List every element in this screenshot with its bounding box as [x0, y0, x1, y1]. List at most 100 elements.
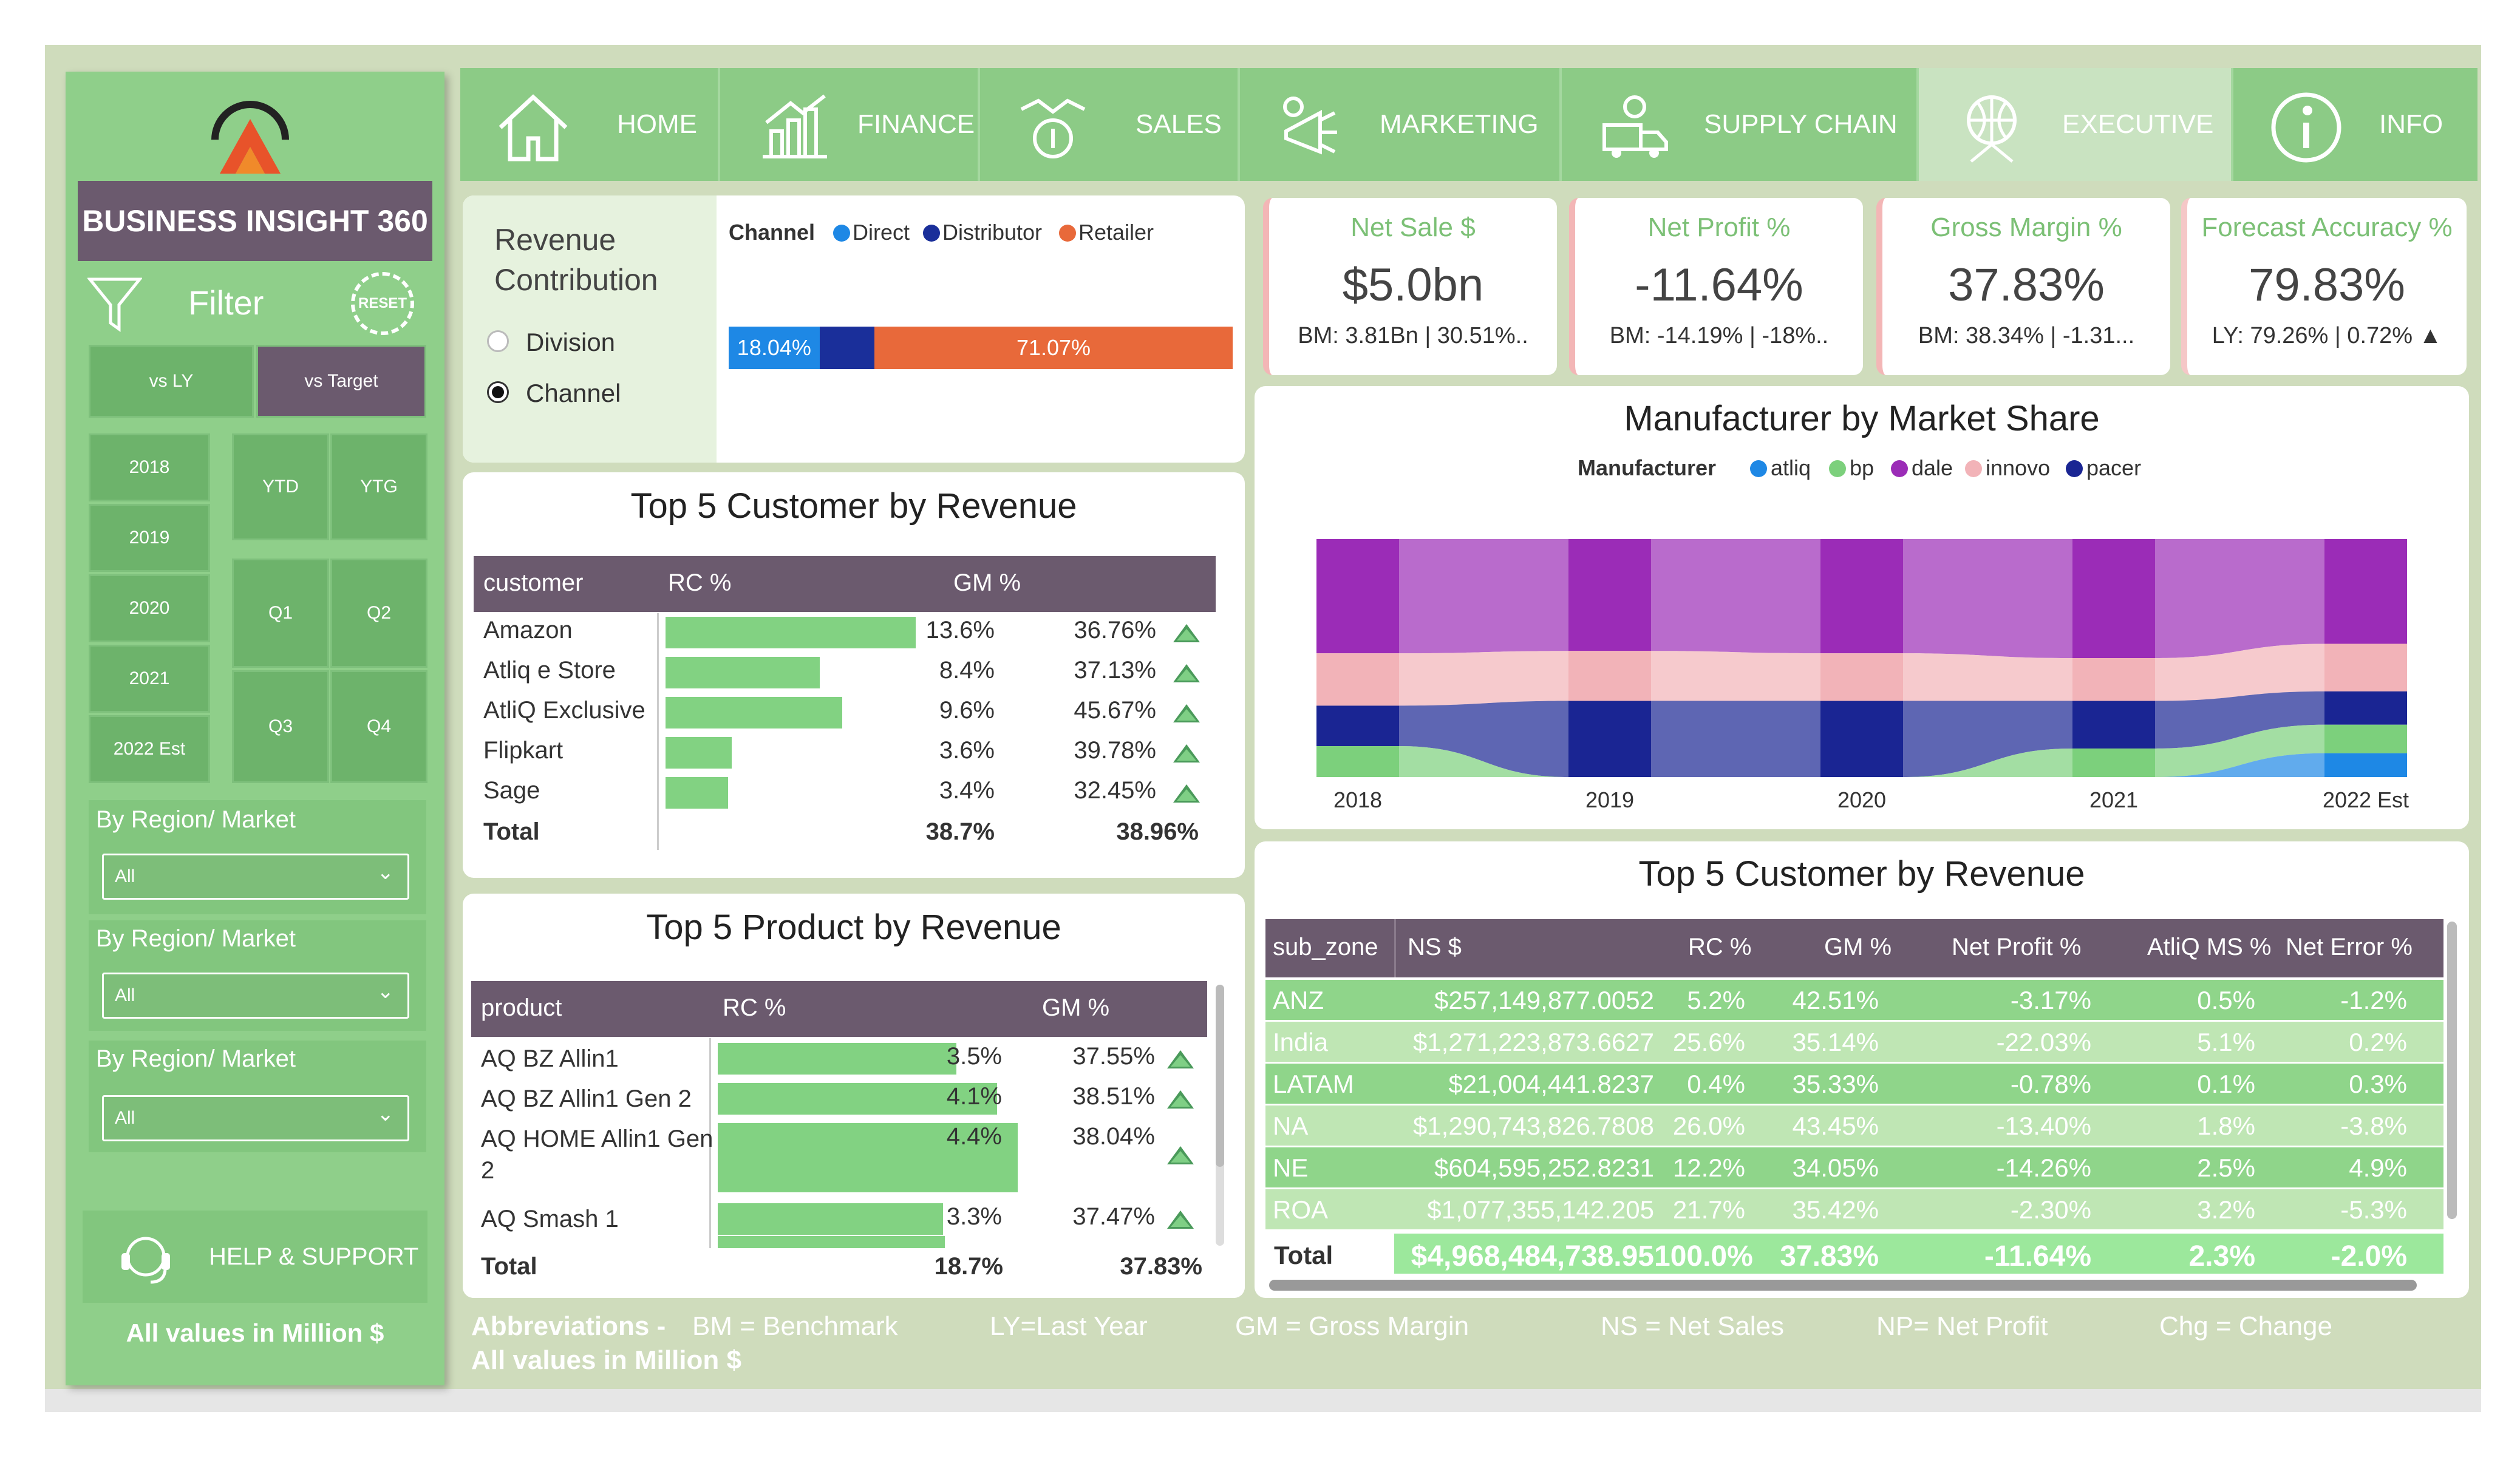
zone-v-scrollbar-thumb[interactable]: [2447, 922, 2457, 1219]
nav-supply-chain[interactable]: SUPPLY CHAIN: [1562, 68, 1919, 181]
year-2021-button[interactable]: 2021: [89, 645, 210, 713]
nav-executive[interactable]: EXECUTIVE: [1919, 68, 2233, 181]
dale-bar-segment[interactable]: [1820, 539, 1903, 654]
product-column-header[interactable]: product: [481, 994, 562, 1022]
products-scrollbar[interactable]: [1216, 985, 1224, 1246]
dale-bar-segment[interactable]: [2072, 539, 2155, 658]
distributor-segment[interactable]: [819, 327, 875, 369]
kpi-forecast-accuracy[interactable]: Forecast Accuracy % 79.83% LY: 79.26% | …: [2181, 198, 2467, 375]
sub-zone-row[interactable]: LATAM $21,004,441.8237 0.4% 35.33% -0.78% 0.1…: [1265, 1064, 2443, 1104]
year-2022-est-button[interactable]: 2022 Est: [89, 715, 210, 783]
innovo-ribbon[interactable]: [1903, 653, 2072, 701]
nav-home[interactable]: HOME: [460, 68, 720, 181]
gm-column-header[interactable]: GM %: [953, 569, 1021, 597]
division-radio[interactable]: [487, 330, 509, 352]
sub-zone-row[interactable]: NE $604,595,252.8231 12.2% 34.05% -14.26% 2.5…: [1265, 1147, 2443, 1187]
zone-v-scrollbar[interactable]: [2447, 922, 2457, 1219]
sub-zone-column-header[interactable]: sub_zone: [1273, 934, 1378, 961]
region-dropdown-2[interactable]: All ⌄: [102, 973, 409, 1019]
dale-ribbon[interactable]: [1903, 539, 2072, 658]
vs-target-button[interactable]: vs Target: [256, 345, 426, 418]
vs-ly-button[interactable]: vs LY: [89, 345, 254, 418]
product-name[interactable]: AQ BZ Allin1 Gen 2: [481, 1083, 718, 1115]
bp-bar-segment[interactable]: [2072, 748, 2155, 777]
year-2020-button[interactable]: 2020: [89, 574, 210, 642]
sub-zone-row[interactable]: India $1,271,223,873.6627 25.6% 35.14% -22.0…: [1265, 1022, 2443, 1062]
dale-ribbon[interactable]: [1651, 539, 1820, 654]
q1-button[interactable]: Q1: [232, 559, 329, 668]
year-2018-button[interactable]: 2018: [89, 433, 210, 501]
rc-column-header[interactable]: RC %: [668, 569, 731, 597]
dale-bar-segment[interactable]: [1568, 539, 1651, 651]
customer-rc-bar[interactable]: [666, 657, 820, 688]
innovo-bar-segment[interactable]: [1820, 653, 1903, 701]
help-support-button[interactable]: HELP & SUPPORT: [83, 1211, 427, 1303]
product-name[interactable]: AQ HOME Allin1 Gen 2: [481, 1123, 718, 1186]
innovo-bar-segment[interactable]: [2324, 644, 2407, 691]
kpi-net-sale[interactable]: Net Sale $ $5.0bn BM: 3.81Bn | 30.51%..: [1263, 198, 1557, 375]
nav-info[interactable]: INFO: [2233, 68, 2477, 181]
customer-name[interactable]: AtliQ Exclusive: [483, 697, 645, 724]
dale-ribbon[interactable]: [1399, 539, 1568, 654]
dale-bar-segment[interactable]: [2324, 539, 2407, 644]
product-rc-column-header[interactable]: RC %: [723, 994, 786, 1022]
region-dropdown-1[interactable]: All ⌄: [102, 854, 409, 900]
product-gm-column-header[interactable]: GM %: [1042, 994, 1109, 1022]
q3-button[interactable]: Q3: [232, 670, 329, 783]
atliq-bar-segment[interactable]: [2324, 753, 2407, 777]
x-tick-label: 2019: [1585, 787, 1634, 812]
customer-name[interactable]: Amazon: [483, 617, 573, 644]
bp-bar-segment[interactable]: [1316, 746, 1399, 777]
ytg-button[interactable]: YTG: [330, 433, 427, 540]
q2-button[interactable]: Q2: [330, 559, 427, 668]
zone-h-scrollbar[interactable]: [1269, 1280, 2417, 1291]
customer-rc-bar[interactable]: [666, 777, 728, 809]
atliq-ms-column-header[interactable]: AtliQ MS %: [2147, 934, 2271, 961]
year-2019-button[interactable]: 2019: [89, 504, 210, 572]
pacer-ribbon[interactable]: [1651, 701, 1820, 777]
product-name[interactable]: AQ BZ Allin1: [481, 1043, 718, 1075]
nav-finance[interactable]: FINANCE: [720, 68, 980, 181]
customer-name[interactable]: Sage: [483, 777, 540, 804]
net-error-column-header[interactable]: Net Error %: [2286, 934, 2413, 961]
customer-name[interactable]: Flipkart: [483, 737, 563, 764]
kpi-net-profit[interactable]: Net Profit % -11.64% BM: -14.19% | -18%.…: [1569, 198, 1863, 375]
nav-marketing[interactable]: MARKETING: [1240, 68, 1562, 181]
sub-zone-row[interactable]: ROA $1,077,355,142.205 21.7% 35.42% -2.30% 3.…: [1265, 1189, 2443, 1229]
pacer-bar-segment[interactable]: [1568, 701, 1651, 777]
region-dropdown-3[interactable]: All ⌄: [102, 1095, 409, 1141]
bp-bar-segment[interactable]: [2324, 724, 2407, 753]
zone-gm-column-header[interactable]: GM %: [1824, 934, 1892, 961]
sub-zone-row[interactable]: ANZ $257,149,877.0052 5.2% 42.51% -3.17% 0.5%…: [1265, 980, 2443, 1020]
product-name[interactable]: AQ Smash 1: [481, 1203, 718, 1235]
innovo-bar-segment[interactable]: [2072, 658, 2155, 701]
direct-segment[interactable]: 18.04%: [729, 327, 820, 369]
net-profit-column-header[interactable]: Net Profit %: [1952, 934, 2081, 961]
nav-sales[interactable]: SALES: [980, 68, 1240, 181]
executive-icon: [1967, 95, 2017, 163]
retailer-segment[interactable]: 71.07%: [874, 327, 1233, 369]
channel-radio[interactable]: [487, 381, 509, 403]
ytd-button[interactable]: YTD: [232, 433, 329, 540]
sub-zone-row[interactable]: NA $1,290,743,826.7808 26.0% 43.45% -13.40% 1…: [1265, 1105, 2443, 1146]
q4-button[interactable]: Q4: [330, 670, 427, 783]
customer-column-header[interactable]: customer: [483, 569, 584, 597]
customer-name[interactable]: Atliq e Store: [483, 657, 616, 684]
sub-zone-header: sub_zone NS $ RC % GM % Net Profit % Atl…: [1265, 919, 2443, 977]
dale-bar-segment[interactable]: [1316, 539, 1399, 654]
dale-ribbon[interactable]: [2155, 539, 2324, 658]
pacer-bar-segment[interactable]: [2072, 701, 2155, 749]
customer-rc-bar[interactable]: [666, 737, 732, 769]
ns-column-header[interactable]: NS $: [1408, 934, 1462, 961]
innovo-ribbon[interactable]: [1651, 651, 1820, 701]
innovo-bar-segment[interactable]: [1568, 651, 1651, 701]
pacer-bar-segment[interactable]: [2324, 691, 2407, 725]
innovo-ribbon[interactable]: [1399, 651, 1568, 706]
reset-button[interactable]: RESET: [351, 272, 414, 335]
innovo-bar-segment[interactable]: [1316, 653, 1399, 706]
pacer-bar-segment[interactable]: [1316, 705, 1399, 747]
products-scrollbar-thumb[interactable]: [1216, 985, 1224, 1167]
kpi-gross-margin[interactable]: Gross Margin % 37.83% BM: 38.34% | -1.31…: [1876, 198, 2170, 375]
pacer-bar-segment[interactable]: [1820, 701, 1903, 777]
zone-rc-column-header[interactable]: RC %: [1688, 934, 1751, 961]
